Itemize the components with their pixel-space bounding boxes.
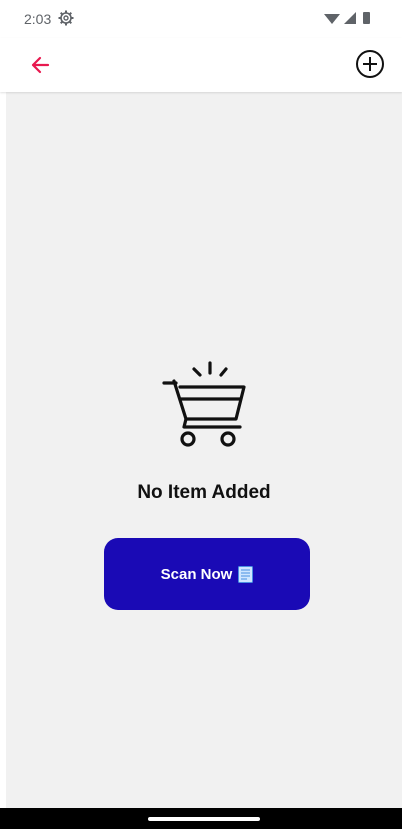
back-button[interactable]	[24, 49, 56, 81]
scan-now-button[interactable]: Scan Now	[104, 538, 310, 610]
settings-gear-icon	[58, 10, 74, 26]
shopping-cart-icon	[162, 361, 246, 447]
empty-state: No Item Added	[6, 357, 402, 504]
system-nav-bar	[0, 808, 402, 829]
status-icons	[324, 12, 370, 24]
app-bar	[0, 38, 402, 92]
scan-now-label: Scan Now	[160, 565, 233, 583]
home-indicator[interactable]	[148, 817, 260, 821]
screen: 2:03 No Item Added Scan Now	[0, 0, 402, 829]
status-time: 2:03	[24, 11, 52, 27]
arrow-back-icon	[31, 56, 50, 74]
add-circle-icon[interactable]	[352, 46, 388, 82]
empty-state-title: No Item Added	[137, 482, 271, 503]
status-bar: 2:03	[0, 0, 402, 38]
cell-signal-icon	[344, 12, 356, 24]
content-area: No Item Added Scan Now	[6, 92, 402, 808]
receipt-icon	[238, 565, 254, 583]
battery-icon	[363, 12, 370, 24]
wifi-icon	[324, 14, 340, 24]
